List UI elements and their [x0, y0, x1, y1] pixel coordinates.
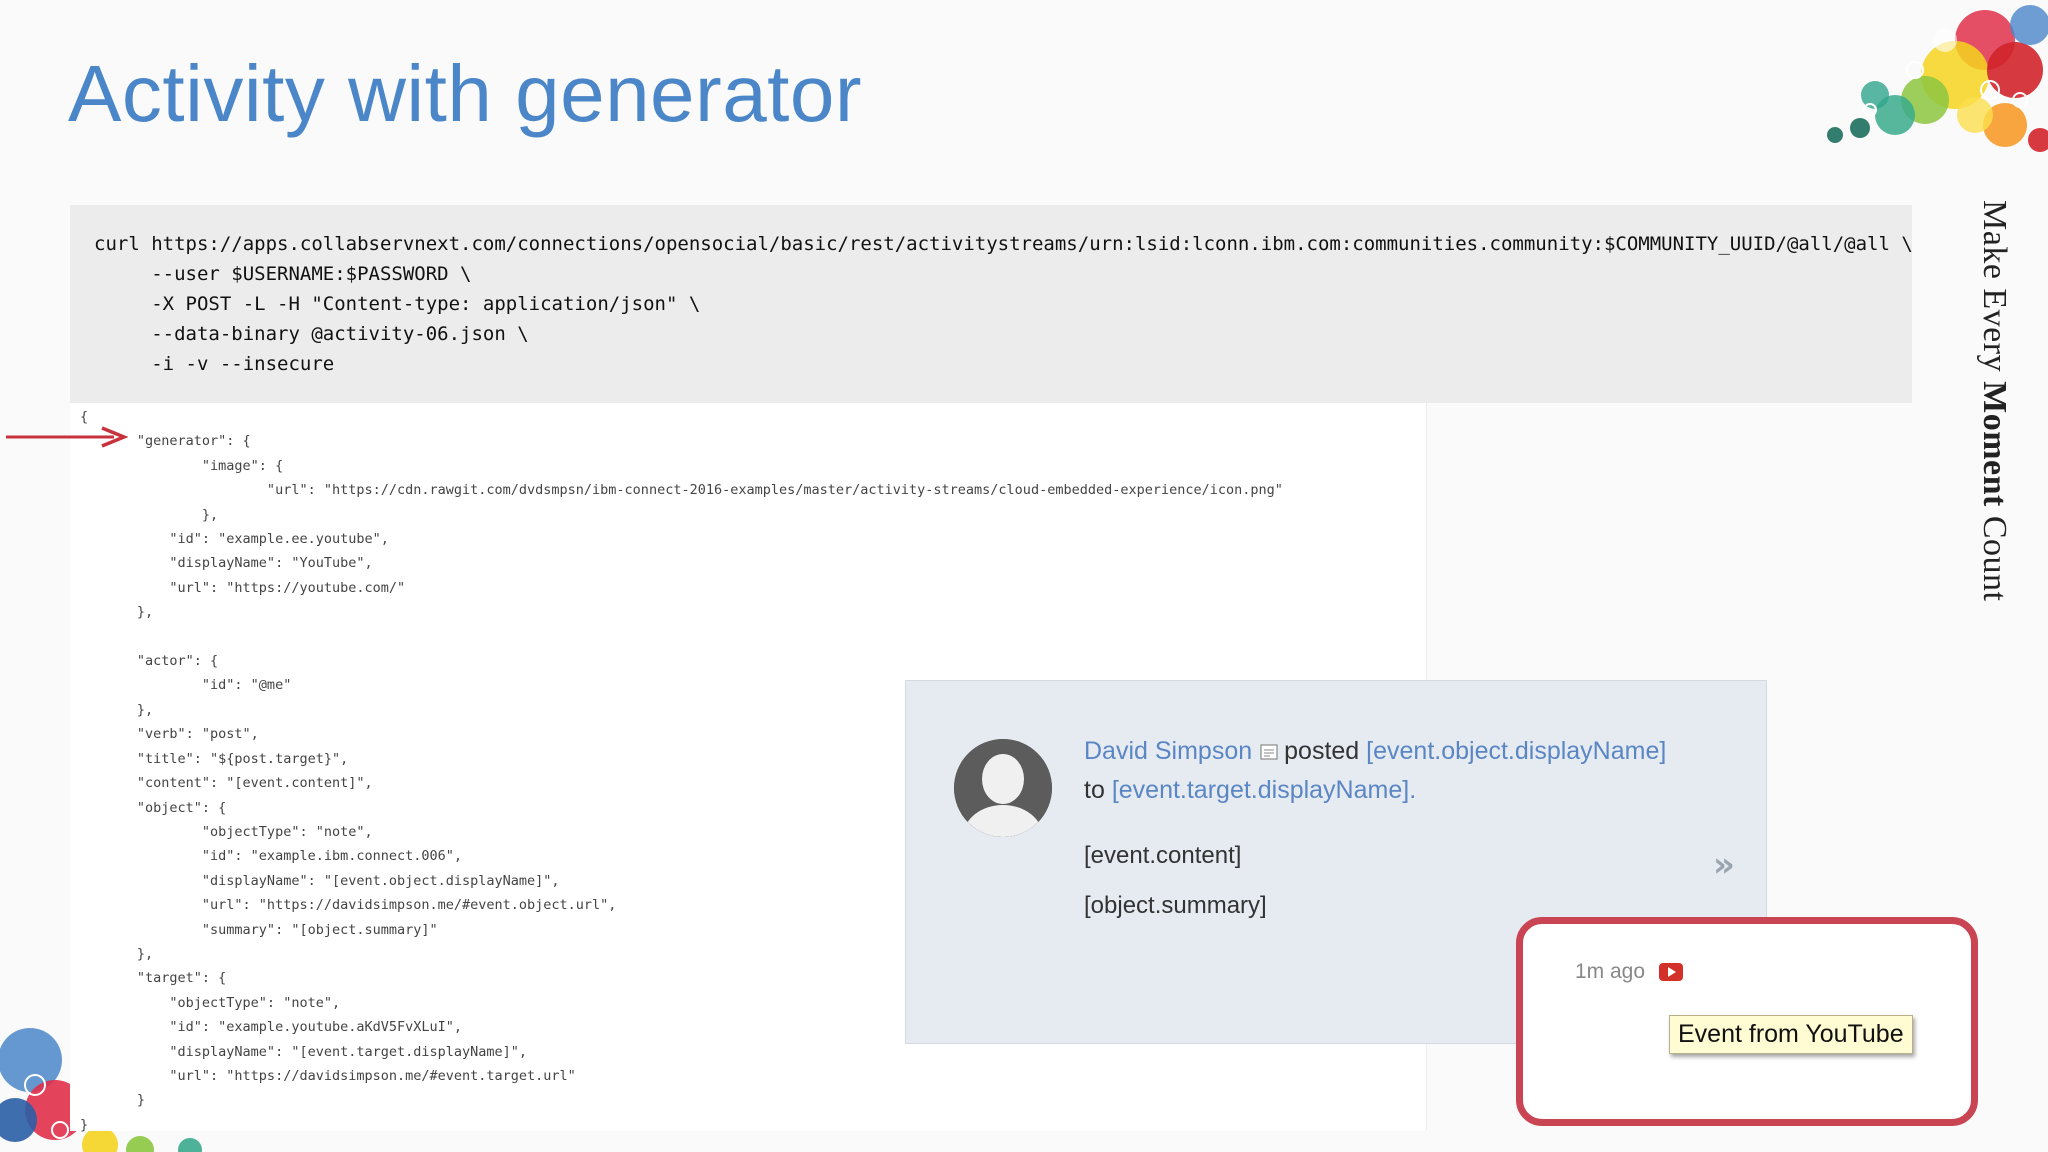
- youtube-icon[interactable]: [1659, 963, 1683, 981]
- time-ago-label: 1m ago: [1575, 960, 1646, 983]
- avatar-placeholder-icon[interactable]: [954, 739, 1052, 837]
- chevron-double-right-icon[interactable]: »: [1713, 845, 1735, 885]
- side-tagline: Make Every Moment Count: [1975, 200, 2013, 601]
- event-content: [event.content]: [1084, 842, 1242, 869]
- activity-headline: David Simpson posted [event.object.displa…: [1084, 737, 1666, 766]
- author-link[interactable]: David Simpson: [1084, 737, 1252, 765]
- activity-target-line: to [event.target.displayName].: [1084, 776, 1416, 805]
- bubbles-decoration-top-right: [1827, 5, 2048, 152]
- side-tagline-post: Count: [1976, 506, 2013, 602]
- side-tagline-pre: Make Every: [1976, 200, 2013, 382]
- arrow-right-icon: [6, 426, 128, 448]
- to-text: to: [1084, 776, 1105, 804]
- posted-text: posted: [1284, 737, 1360, 765]
- side-tagline-bold: Moment: [1976, 381, 2013, 507]
- generator-tooltip: Event from YouTube: [1669, 1015, 1913, 1054]
- slide-title: Activity with generator: [68, 49, 863, 138]
- object-link[interactable]: [event.object.displayName]: [1366, 737, 1666, 765]
- object-summary: [object.summary]: [1084, 892, 1267, 919]
- curl-command-box: curl https://apps.collabservnext.com/con…: [70, 205, 1913, 403]
- highlight-box: 1m ago Event from YouTube: [1516, 917, 1978, 1126]
- curl-command-text: curl https://apps.collabservnext.com/con…: [94, 233, 1913, 375]
- target-link[interactable]: [event.target.displayName].: [1112, 776, 1416, 804]
- document-icon: [1260, 744, 1278, 760]
